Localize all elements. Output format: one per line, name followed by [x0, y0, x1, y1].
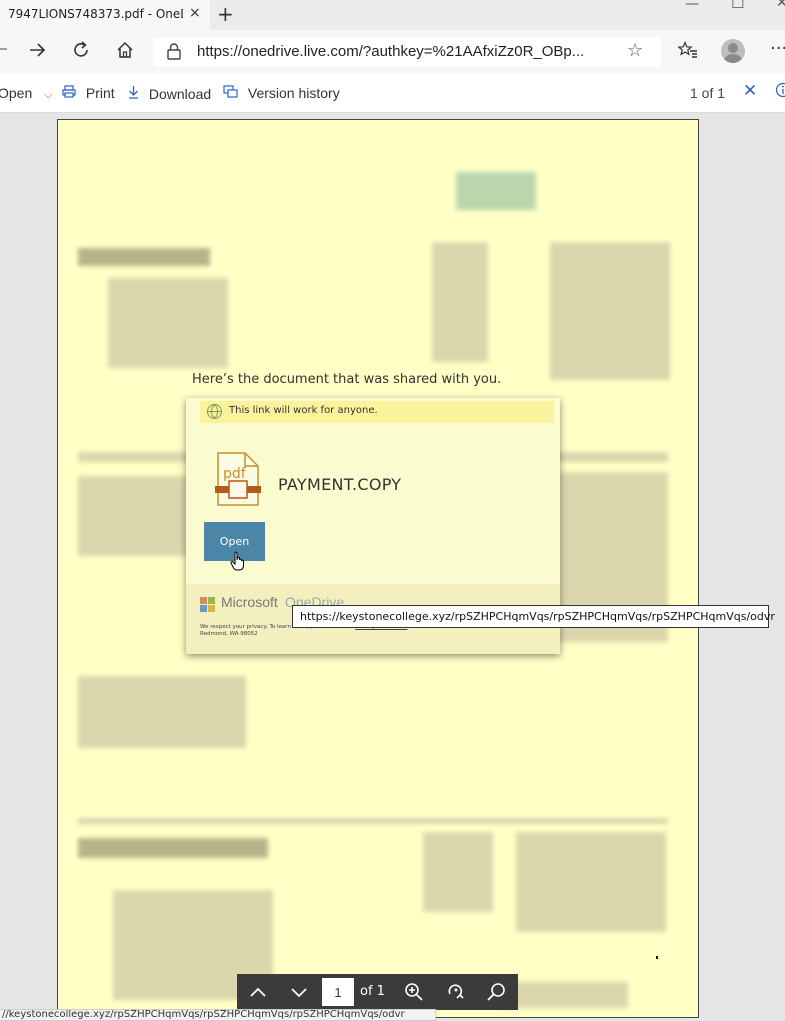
tab-close-icon[interactable]: × [189, 5, 201, 21]
version-history-button[interactable]: Version history [223, 85, 340, 101]
pdf-page: Here’s the document that was shared with… [57, 119, 699, 1018]
open-with-label: Open [0, 85, 32, 101]
chevron-down-icon: ⌵ [44, 89, 52, 101]
link-notice-banner: This link will work for anyone. [200, 401, 554, 423]
lock-icon[interactable] [167, 43, 181, 64]
pdf-icon-label: pdf [223, 466, 247, 482]
page-mark [656, 956, 658, 959]
refresh-icon[interactable] [72, 41, 90, 64]
close-icon[interactable]: ✕ [743, 81, 757, 101]
open-with-dropdown[interactable]: Open ⌵ [0, 85, 52, 102]
download-button[interactable]: Download [128, 85, 211, 102]
tab-title: 7947LIONS748373.pdf - OneDrive [8, 7, 183, 21]
forward-icon[interactable] [28, 41, 46, 64]
page-counter: 1 of 1 [690, 85, 725, 101]
page-number-input[interactable] [322, 978, 354, 1006]
pdf-toolbar: Open ⌵ Print Download Version history 1 … [0, 74, 785, 113]
link-notice-text: This link will work for anyone. [229, 405, 378, 416]
blurred-label-column [432, 242, 488, 362]
page-total: of 1 [360, 984, 385, 999]
previous-page-icon[interactable] [245, 980, 271, 1004]
tab-strip: 7947LIONS748373.pdf - OneDrive × + — ☐ ✕ [0, 0, 785, 30]
microsoft-brand: Microsoft [221, 594, 278, 610]
search-icon[interactable] [484, 980, 510, 1004]
blurred-address-block [108, 278, 228, 368]
maximize-icon[interactable]: ☐ [731, 0, 744, 12]
microsoft-logo-icon [200, 597, 216, 613]
blurred-payment-advice-heading [78, 838, 268, 858]
star-icon[interactable]: ☆ [627, 40, 643, 61]
navigation-bar: https://onedrive.live.com/?authkey=%21AA… [0, 30, 785, 74]
address-bar[interactable]: https://onedrive.live.com/?authkey=%21AA… [153, 37, 661, 67]
blurred-table-col-1 [78, 476, 188, 556]
blurred-value-column [550, 242, 670, 380]
page-controls: of 1 [237, 974, 518, 1010]
window-close-icon[interactable]: ✕ [776, 0, 785, 11]
status-bar-url: //keystonecollege.xyz/rpSZHPCHqmVqs/rpSZ… [0, 1009, 436, 1021]
home-icon[interactable] [116, 41, 134, 64]
next-page-icon[interactable] [286, 980, 312, 1004]
shared-message: Here’s the document that was shared with… [192, 372, 501, 387]
pdf-file-icon: pdf [215, 450, 261, 512]
profile-icon[interactable] [721, 39, 745, 63]
zoom-in-icon[interactable] [401, 980, 427, 1004]
globe-icon [207, 404, 222, 419]
new-tab-icon[interactable]: + [217, 2, 234, 26]
blurred-advice-values [516, 832, 666, 932]
minimize-icon[interactable]: — [685, 0, 699, 12]
blurred-advice-labels [423, 832, 493, 912]
favorites-icon[interactable] [678, 41, 698, 64]
url-text[interactable]: https://onedrive.live.com/?authkey=%21AA… [197, 43, 584, 60]
print-label: Print [86, 85, 115, 101]
version-history-label: Version history [248, 85, 340, 101]
link-tooltip: https://keystonecollege.xyz/rpSZHPCHqmVq… [292, 605, 769, 628]
blurred-logo [456, 172, 536, 210]
blurred-heading [78, 248, 210, 266]
file-name: PAYMENT.COPY [278, 475, 401, 494]
download-icon [128, 86, 143, 102]
more-icon[interactable]: ··· [770, 38, 785, 59]
printer-icon [62, 85, 80, 101]
rotate-icon[interactable] [443, 980, 469, 1004]
blurred-divider [78, 818, 668, 824]
blurred-payment-terms [78, 676, 246, 748]
version-history-icon [223, 85, 242, 101]
info-icon[interactable] [775, 82, 785, 101]
back-icon[interactable] [0, 40, 8, 63]
company-address: Redmond, WA 98052 [200, 631, 258, 637]
hand-cursor-icon [230, 551, 246, 575]
browser-tab[interactable]: 7947LIONS748373.pdf - OneDrive × [0, 0, 210, 30]
print-button[interactable]: Print [62, 85, 115, 101]
download-label: Download [149, 86, 211, 102]
